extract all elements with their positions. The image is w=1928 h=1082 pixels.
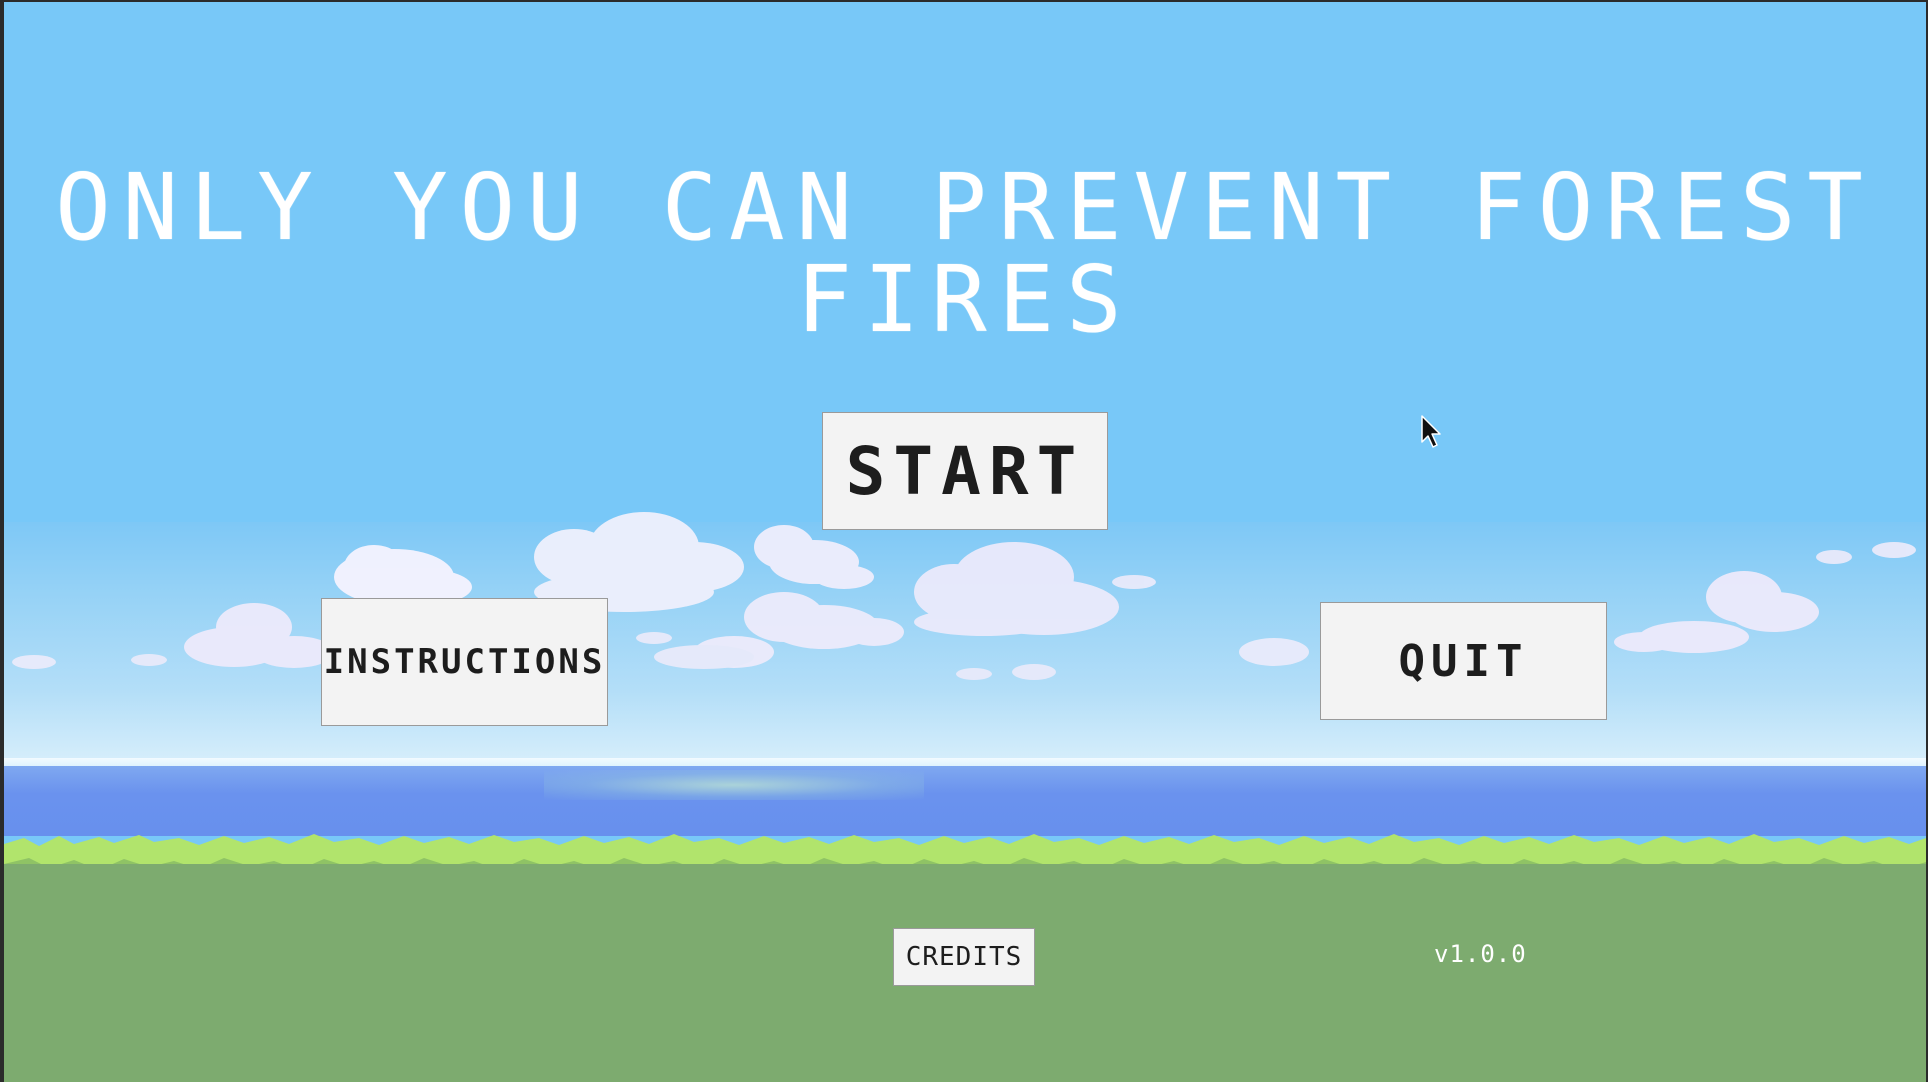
start-button[interactable]: START xyxy=(822,412,1108,530)
cloud xyxy=(534,512,744,612)
sea-glare xyxy=(544,770,924,800)
cloud xyxy=(334,545,472,605)
cloud xyxy=(184,603,334,668)
version-label: v1.0.0 xyxy=(1434,940,1527,968)
credits-button[interactable]: CREDITS xyxy=(893,928,1035,986)
cloud xyxy=(1614,571,1819,653)
quit-button[interactable]: QUIT xyxy=(1320,602,1607,720)
sea xyxy=(4,766,1926,836)
game-window: ONLY YOU CAN PREVENT FOREST FIRES START … xyxy=(4,2,1926,1082)
cloud xyxy=(754,525,874,589)
cloud xyxy=(914,542,1119,636)
horizon-line xyxy=(4,758,1926,766)
game-title: ONLY YOU CAN PREVENT FOREST FIRES xyxy=(55,154,1875,353)
instructions-button[interactable]: INSTRUCTIONS xyxy=(321,598,608,726)
mouse-pointer-icon xyxy=(1421,415,1441,448)
